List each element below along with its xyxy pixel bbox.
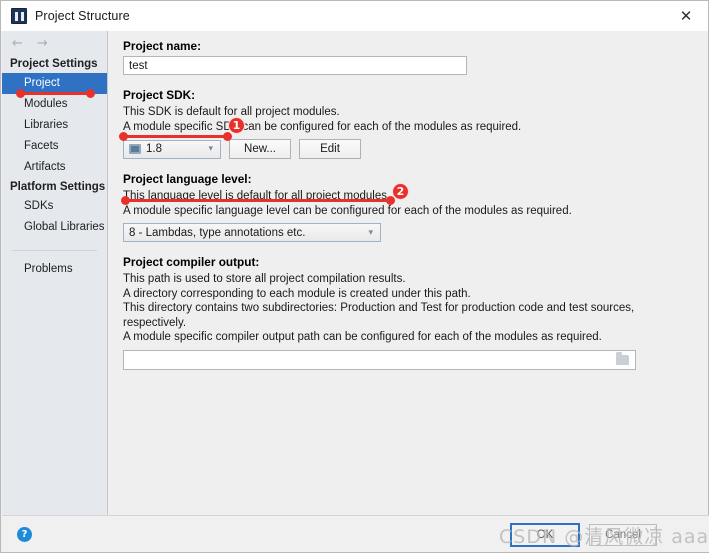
sidebar-item-problems[interactable]: Problems [2,259,107,280]
project-sdk-value: 1.8 [146,143,162,155]
annotation-dot-sdk-left [119,132,128,141]
sdk-module-icon [129,144,141,154]
language-level-label: Project language level: [123,172,252,186]
sidebar-item-sdks[interactable]: SDKs [2,196,107,217]
project-sdk-desc-1: This SDK is default for all project modu… [123,106,340,118]
language-level-select[interactable]: 8 - Lambdas, type annotations etc. ▾ [123,223,381,242]
compiler-output-label: Project compiler output: [123,255,260,269]
project-name-input[interactable]: test [123,56,467,75]
annotation-dot-language-left [121,196,130,205]
compiler-output-input[interactable] [123,349,636,370]
sidebar: ← → Project Settings Project Modules Lib… [2,31,108,515]
new-sdk-button[interactable]: New... [229,139,291,159]
project-name-label: Project name: [123,39,202,53]
folder-icon[interactable] [616,351,629,365]
annotation-underline-sdk [122,135,230,138]
chevron-down-icon: ▾ [368,227,373,238]
sidebar-item-global-libraries[interactable]: Global Libraries [2,217,107,238]
chevron-down-icon: ▾ [208,144,213,154]
project-sdk-desc-2: A module specific SDK can be configured … [123,120,522,133]
project-structure-dialog: Project Structure ✕ ← → Project Settings… [0,0,709,553]
window-title: Project Structure [35,9,130,23]
language-level-desc-2: A module specific language level can be … [123,204,572,217]
help-question-icon[interactable]: ? [17,527,32,542]
sidebar-item-libraries[interactable]: Libraries [2,115,107,136]
nav-arrows: ← → [2,31,107,55]
intellij-idea-icon [11,8,27,24]
language-level-value: 8 - Lambdas, type annotations etc. [129,226,306,239]
sidebar-divider [12,250,97,251]
compiler-output-desc-4: A module specific compiler output path c… [123,331,602,343]
annotation-underline-language-level [127,199,391,202]
arrow-right-icon[interactable]: → [37,36,48,51]
title-bar: Project Structure ✕ [1,1,708,31]
main-panel: Project name: test Project SDK: This SDK… [108,31,708,515]
csdn-watermark: CSDN @清风微凉 aaa [499,526,709,548]
annotation-dot-project-left [16,89,25,98]
annotation-badge-2: 2 [392,183,409,200]
sidebar-group-platform-settings: Platform Settings [10,181,106,193]
annotation-dot-sdk-right [223,132,232,141]
close-icon[interactable]: ✕ [664,1,708,31]
compiler-output-desc-2: A directory corresponding to each module… [123,287,471,300]
project-sdk-row: 1.8 ▾ New... Edit [123,139,692,159]
project-sdk-select[interactable]: 1.8 ▾ [123,139,221,159]
edit-sdk-button[interactable]: Edit [299,139,361,159]
sidebar-item-facets[interactable]: Facets [2,136,107,157]
arrow-left-icon[interactable]: ← [12,36,23,51]
project-sdk-label: Project SDK: [123,88,196,102]
sidebar-group-project-settings: Project Settings [10,58,98,70]
annotation-dot-project-right [86,89,95,98]
annotation-underline-project [19,92,91,95]
annotation-badge-1: 1 [228,117,245,134]
compiler-output-desc-1: This path is used to store all project c… [123,273,406,285]
sidebar-item-artifacts[interactable]: Artifacts [2,157,107,178]
compiler-output-desc-3: This directory contains two subdirectori… [123,302,635,329]
